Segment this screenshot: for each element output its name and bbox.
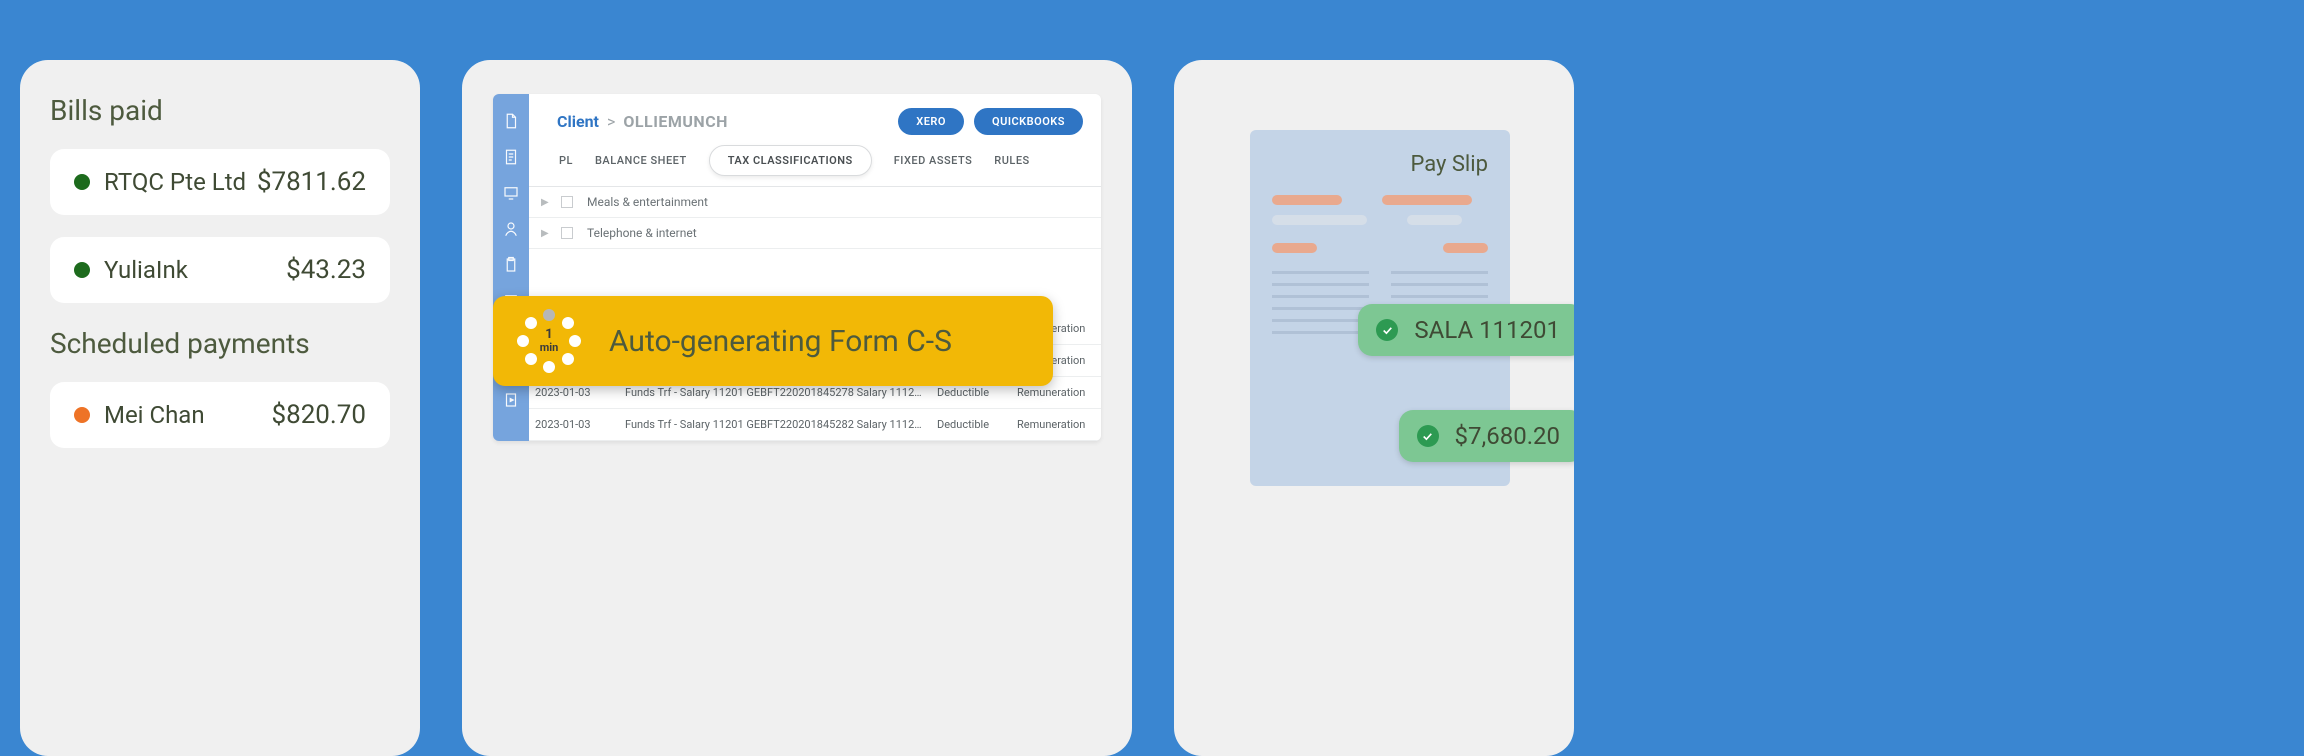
category-label: Meals & entertainment [587, 195, 708, 209]
file-icon[interactable] [502, 112, 520, 130]
tx-category: Remuneration [1011, 409, 1101, 441]
breadcrumb-separator: > [607, 112, 615, 131]
chevron-right-icon: ▶ [541, 197, 551, 208]
breadcrumb-client[interactable]: Client [557, 112, 599, 131]
tab-balance[interactable]: BALANCE SHEET [595, 154, 687, 167]
payslip-title: Pay Slip [1272, 152, 1488, 177]
check-circle-icon [1376, 319, 1398, 341]
tab-fixed-assets[interactable]: FIXED ASSETS [894, 154, 973, 167]
tab-tax-classifications[interactable]: TAX CLASSIFICATIONS [709, 145, 872, 176]
document-icon[interactable] [502, 148, 520, 166]
checkbox[interactable] [561, 196, 573, 208]
status-badge: $7,680.20 [1399, 410, 1574, 462]
bill-amount: $43.23 [286, 255, 366, 285]
app-sidebar: PDF [493, 94, 529, 441]
clipboard-icon[interactable] [502, 256, 520, 274]
status-dot-icon [74, 174, 90, 190]
app-frame: PDF Client > OLLIEMUNCH XERO QUICKBOOKS … [493, 94, 1101, 441]
spinner-time-unit: min [540, 341, 559, 354]
bill-row[interactable]: Mei Chan $820.70 [50, 382, 390, 448]
placeholder-bar-icon [1407, 215, 1462, 225]
bills-card: Bills paid RTQC Pte Ltd $7811.62 YuliaIn… [20, 60, 420, 756]
tx-desc: Funds Trf - Salary 11201 GEBFT2202018452… [619, 409, 931, 441]
table-row[interactable]: 2023-01-03 Funds Trf - Salary 11201 GEBF… [529, 409, 1101, 441]
bills-paid-heading: Bills paid [50, 94, 390, 127]
tabs-row: PL BALANCE SHEET TAX CLASSIFICATIONS FIX… [529, 145, 1101, 187]
bill-row[interactable]: RTQC Pte Ltd $7811.62 [50, 149, 390, 215]
breadcrumb-client-name[interactable]: OLLIEMUNCH [623, 112, 728, 131]
bill-name: Mei Chan [104, 401, 271, 429]
status-dot-icon [74, 262, 90, 278]
app-header: Client > OLLIEMUNCH XERO QUICKBOOKS [529, 94, 1101, 145]
tab-rules[interactable]: RULES [994, 154, 1029, 167]
chevron-right-icon: ▶ [541, 228, 551, 239]
user-icon[interactable] [502, 220, 520, 238]
tab-pl[interactable]: PL [559, 154, 573, 167]
tx-date: 2023-01-03 [529, 409, 619, 441]
category-row[interactable]: ▶ Meals & entertainment [529, 187, 1101, 218]
category-label: Telephone & internet [587, 226, 697, 240]
spinner-time-value: 1 [540, 328, 559, 342]
placeholder-bar-icon [1443, 243, 1488, 253]
bill-amount: $820.70 [271, 400, 366, 430]
bill-row[interactable]: YuliaInk $43.23 [50, 237, 390, 303]
scheduled-payments-heading: Scheduled payments [50, 327, 390, 360]
placeholder-bar-icon [1272, 215, 1367, 225]
bill-amount: $7811.62 [257, 167, 366, 197]
placeholder-bar-icon [1272, 195, 1342, 205]
placeholder-bar-icon [1382, 195, 1472, 205]
badge-text: SALA 111201 [1414, 316, 1560, 344]
status-badge: SALA 111201 [1358, 304, 1574, 356]
quickbooks-button[interactable]: QUICKBOOKS [974, 108, 1083, 135]
checkbox[interactable] [561, 227, 573, 239]
check-circle-icon [1417, 425, 1439, 447]
tx-deductible: Deductible [931, 409, 1011, 441]
monitor-icon[interactable] [502, 184, 520, 202]
category-row[interactable]: ▶ Telephone & internet [529, 218, 1101, 249]
xero-button[interactable]: XERO [898, 108, 964, 135]
app-preview-card: PDF Client > OLLIEMUNCH XERO QUICKBOOKS … [462, 60, 1132, 756]
badge-text: $7,680.20 [1455, 422, 1560, 450]
payslip-lines [1272, 271, 1369, 343]
bill-name: RTQC Pte Ltd [104, 168, 257, 196]
app-main: Client > OLLIEMUNCH XERO QUICKBOOKS PL B… [529, 94, 1101, 441]
spinner-icon: 1 min [517, 309, 581, 373]
auto-generate-text: Auto-generating Form C-S [609, 324, 952, 359]
placeholder-bar-icon [1272, 243, 1317, 253]
play-file-icon[interactable] [502, 391, 520, 409]
payslip-card: Pay Slip SALA 111 [1174, 60, 1574, 756]
auto-generate-banner: 1 min Auto-generating Form C-S [493, 296, 1053, 386]
bill-name: YuliaInk [104, 256, 286, 284]
status-dot-icon [74, 407, 90, 423]
